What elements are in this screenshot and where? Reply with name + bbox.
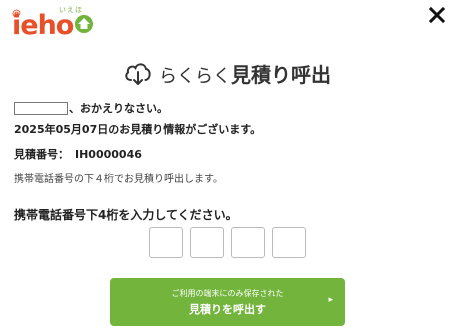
digit-input-2[interactable] bbox=[190, 227, 224, 258]
quote-number-label: 見積番号： bbox=[14, 148, 69, 161]
call-quote-button[interactable]: ご利用の端末にのみ保存された 見積りを呼出す ▸ bbox=[110, 278, 345, 326]
quote-number-row: 見積番号： IH0000046 bbox=[14, 146, 142, 162]
digits-prompt: 携帯電話番号下4桁を入力してください。 bbox=[14, 208, 238, 222]
page-title: らくらく見積り呼出 bbox=[0, 56, 454, 90]
greeting-text: 、おかえりなさい。 bbox=[69, 102, 168, 115]
chevron-right-icon: ▸ bbox=[328, 295, 333, 305]
digit-input-1[interactable] bbox=[149, 227, 183, 258]
greeting: 、おかえりなさい。 bbox=[14, 100, 168, 116]
title-prefix: らくらく bbox=[159, 65, 231, 87]
title-text: らくらく見積り呼出 bbox=[159, 59, 331, 88]
logo-text: ieho bbox=[12, 10, 74, 41]
title-main: 見積り呼出 bbox=[231, 62, 331, 87]
phone-digits-inputs bbox=[149, 227, 306, 258]
close-button[interactable] bbox=[426, 4, 448, 26]
quote-date-message: 2025年05月07日のお見積り情報がございます。 bbox=[14, 123, 262, 136]
digit-input-3[interactable] bbox=[231, 227, 265, 258]
house-icon bbox=[75, 15, 93, 33]
cloud-download-icon bbox=[125, 63, 151, 85]
button-label: 見積りを呼出す bbox=[189, 303, 266, 316]
button-subtext: ご利用の端末にのみ保存された bbox=[171, 289, 284, 298]
close-icon bbox=[428, 6, 446, 24]
digit-input-4[interactable] bbox=[272, 227, 306, 258]
quote-number-value: IH0000046 bbox=[75, 148, 142, 161]
ieho-logo[interactable]: @ いえほ ieho bbox=[12, 5, 96, 41]
customer-name-box bbox=[14, 101, 68, 115]
info-message: 携帯電話番号の下４桁でお見積り呼出します。 bbox=[14, 174, 223, 185]
